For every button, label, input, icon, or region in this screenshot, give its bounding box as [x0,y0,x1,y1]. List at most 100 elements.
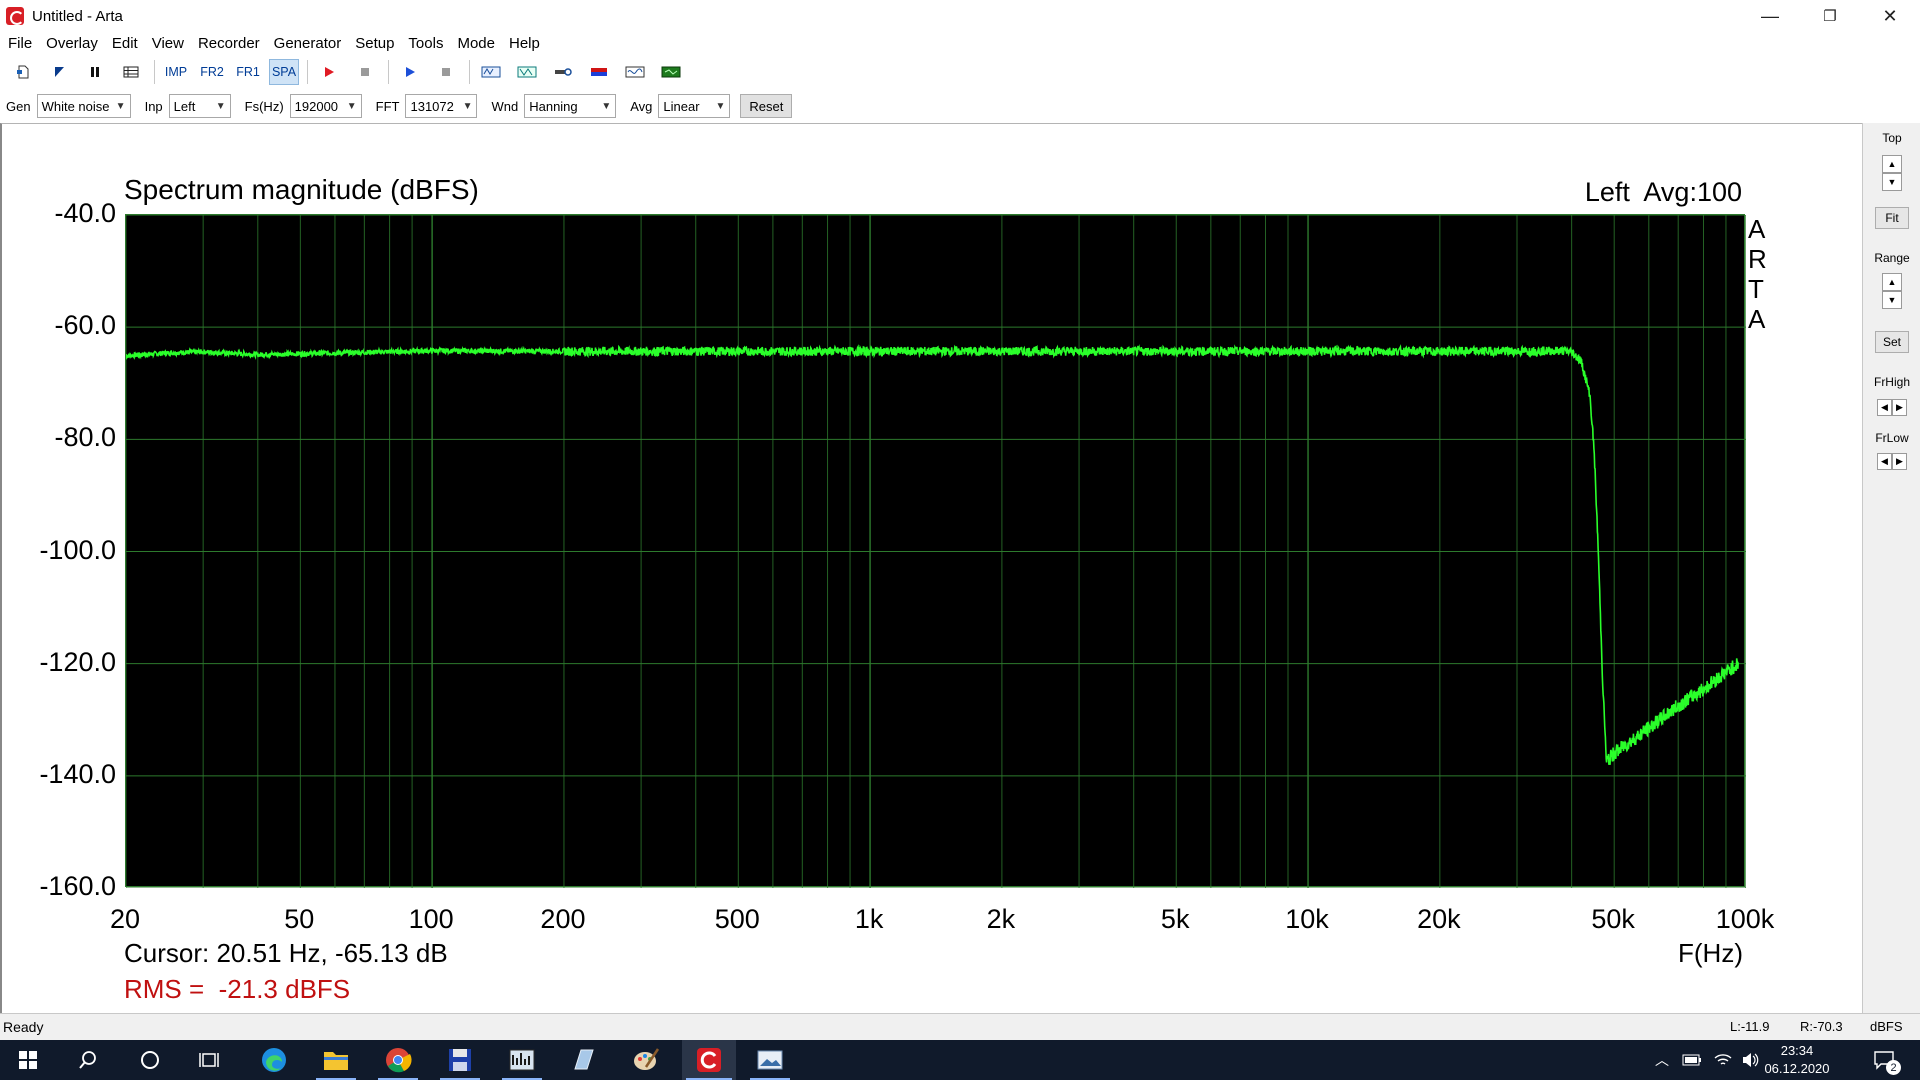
sample-rate-select[interactable]: 192000 ▼ [289,94,362,118]
toolbar: IMP FR2 FR1 SPA [0,57,1920,87]
level-meter-button[interactable] [656,59,686,85]
menu-mode[interactable]: Mode [450,35,502,52]
menu-bar: File Overlay Edit View Recorder Generato… [0,32,1920,54]
generator-select[interactable]: White noise ▼ [36,94,131,118]
x-tick-label: 20 [109,904,141,934]
plot-canvas[interactable] [125,214,1746,888]
color-settings-button[interactable] [584,59,614,85]
fft-size-select[interactable]: 131072 ▼ [405,94,478,118]
action-center-button[interactable]: 2 [1864,1040,1904,1080]
generator-play-button[interactable] [395,59,425,85]
top-down-button[interactable]: ▼ [1882,173,1902,191]
chrome-icon [386,1048,412,1073]
generator-stop-button[interactable] [431,59,461,85]
range-up-button[interactable]: ▲ [1882,273,1902,291]
cortana-button[interactable] [126,1040,174,1080]
y-tick-label: -120.0 [39,646,116,677]
image-viewer-taskbar-button[interactable] [746,1040,794,1080]
search-icon [79,1051,96,1069]
play-icon [406,67,415,77]
menu-file[interactable]: File [0,35,39,52]
spa-mode-button[interactable]: SPA [269,59,299,85]
save-app-taskbar-button[interactable] [436,1040,484,1080]
paint-taskbar-button[interactable] [622,1040,670,1080]
range-down-button[interactable]: ▼ [1882,291,1902,309]
menu-view[interactable]: View [145,35,191,52]
menu-help[interactable]: Help [502,35,547,52]
taskbar-clock[interactable]: 23:34 06.12.2020 [1760,1042,1834,1078]
pause-button[interactable] [80,59,110,85]
new-file-icon [17,65,29,79]
top-up-button[interactable]: ▲ [1882,155,1902,173]
new-file-button[interactable] [8,59,38,85]
scope-button[interactable] [620,59,650,85]
frhigh-left-button[interactable]: ◀ [1877,399,1892,416]
table-view-button[interactable] [116,59,146,85]
fr1-mode-button[interactable]: FR1 [233,59,263,85]
search-button[interactable] [64,1040,112,1080]
menu-tools[interactable]: Tools [401,35,450,52]
x-tick-label: 100 [408,904,454,934]
spectrum-plot-area: Spectrum magnitude (dBFS) Left Avg:100 A… [0,123,1862,1013]
fit-button[interactable]: Fit [1875,207,1909,229]
menu-recorder[interactable]: Recorder [191,35,267,52]
arrow-right-icon: ▶ [1896,456,1903,466]
spectrum-icon [517,66,537,78]
left-channel-level: L:-11.9 [1730,1019,1770,1034]
input-select[interactable]: Left ▼ [168,94,231,118]
generator-settings-button[interactable] [476,59,506,85]
network-button[interactable] [1710,1040,1736,1080]
minimize-button[interactable]: — [1740,0,1800,32]
chrome-taskbar-button[interactable] [374,1040,422,1080]
frlow-left-button[interactable]: ◀ [1877,453,1892,470]
open-file-button[interactable] [44,59,74,85]
cursor-readout: Cursor: 20.51 Hz, -65.13 dB [124,938,448,968]
arrow-left-icon: ◀ [1881,402,1888,412]
averaging-select[interactable]: Linear ▼ [658,94,731,118]
menu-generator[interactable]: Generator [267,35,349,52]
title-bar: Untitled - Arta — ❐ ✕ [0,0,1920,32]
menu-setup[interactable]: Setup [348,35,401,52]
task-view-button[interactable] [186,1040,234,1080]
y-tick-label: -60.0 [54,310,116,341]
frhigh-right-button[interactable]: ▶ [1892,399,1907,416]
spectrum-settings-button[interactable] [512,59,542,85]
menu-overlay[interactable]: Overlay [39,35,105,52]
menu-edit[interactable]: Edit [105,35,145,52]
wifi-icon [1714,1054,1732,1065]
frhigh-label: FrHigh [1873,375,1910,389]
battery-button[interactable] [1678,1040,1706,1080]
set-button[interactable]: Set [1875,331,1909,353]
notes-taskbar-button[interactable] [560,1040,608,1080]
edge-taskbar-button[interactable] [250,1040,298,1080]
arta-logo-letter: A [1748,214,1766,244]
settings-bar: Gen White noise ▼ Inp Left ▼ Fs(Hz) 1920… [0,91,1920,121]
arta-taskbar-button[interactable] [682,1040,736,1080]
arta-app-icon [6,7,24,25]
start-button[interactable] [4,1040,52,1080]
file-explorer-taskbar-button[interactable] [312,1040,360,1080]
y-tick-label: -80.0 [54,422,116,453]
top-label: Top [1882,131,1902,145]
volume-button[interactable] [1738,1040,1762,1080]
record-stop-button[interactable] [350,59,380,85]
show-hidden-icons-button[interactable]: ︿ [1650,1040,1674,1080]
reset-button[interactable]: Reset [740,94,793,118]
restore-button[interactable]: ❐ [1800,0,1860,32]
fr2-mode-button[interactable]: FR2 [197,59,227,85]
imp-mode-button[interactable]: IMP [161,59,191,85]
record-button[interactable] [314,59,344,85]
floppy-disk-icon [449,1049,471,1071]
arrow-down-icon: ▼ [1887,295,1897,305]
frlow-right-button[interactable]: ▶ [1892,453,1907,470]
audio-tool-taskbar-button[interactable] [498,1040,546,1080]
chevron-up-icon: ︿ [1655,1052,1669,1068]
x-tick-label: 2k [986,904,1016,934]
audio-device-button[interactable] [548,59,578,85]
close-button[interactable]: ✕ [1860,0,1920,32]
chevron-down-icon: ▼ [215,100,226,112]
window-select[interactable]: Hanning ▼ [524,94,617,118]
level-meter-icon [661,66,681,78]
spectrum-chart[interactable] [126,215,1746,888]
image-viewer-icon [757,1050,783,1070]
